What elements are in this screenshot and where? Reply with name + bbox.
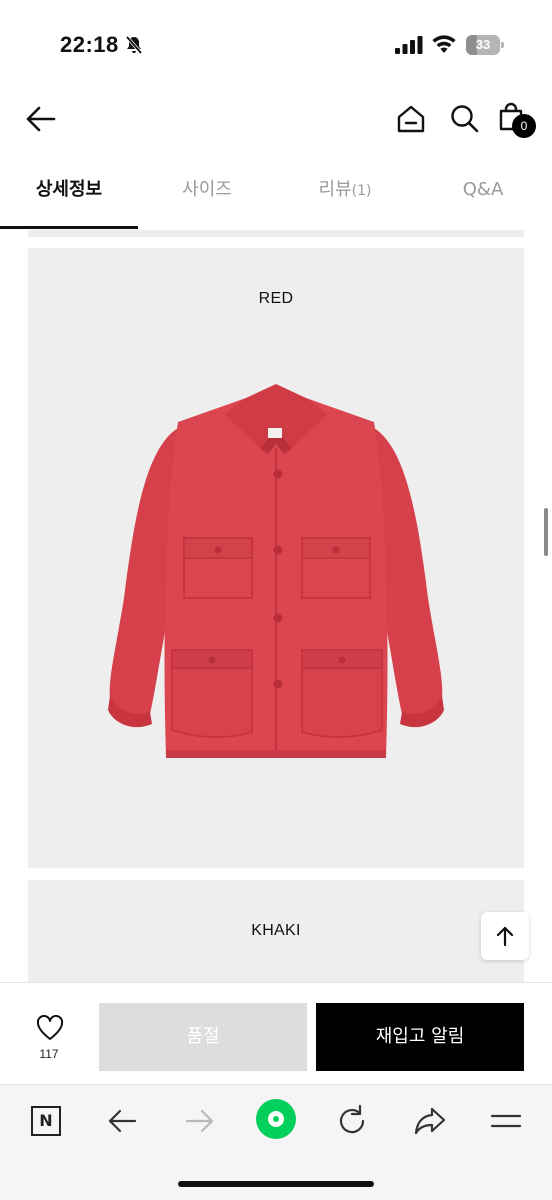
- product-color-card-khaki: KHAKI: [28, 880, 524, 982]
- previous-image-edge: [28, 230, 524, 237]
- red-jacket-image: [108, 384, 444, 758]
- active-tab-indicator: [0, 226, 138, 229]
- naver-home-button[interactable]: N: [26, 1101, 66, 1141]
- tab-size[interactable]: 사이즈: [138, 162, 276, 230]
- tab-reviews-count: (1): [351, 183, 372, 199]
- wifi-icon: [432, 35, 456, 53]
- tab-reviews[interactable]: 리뷰(1): [276, 162, 414, 230]
- arrow-up-icon: [496, 926, 514, 947]
- home-button[interactable]: [394, 102, 428, 136]
- menu-button[interactable]: [486, 1101, 526, 1141]
- browser-forward-button[interactable]: [180, 1101, 220, 1141]
- tab-qna-label: Q&A: [462, 179, 504, 200]
- green-circle-icon[interactable]: [256, 1099, 296, 1139]
- arrow-right-icon: [185, 1109, 214, 1133]
- color-label-khaki: KHAKI: [251, 922, 301, 939]
- search-button[interactable]: [448, 102, 482, 136]
- home-icon: [397, 105, 425, 133]
- cart-button[interactable]: 0: [496, 102, 540, 146]
- restock-alert-button[interactable]: 재입고 알림: [316, 1003, 524, 1071]
- menu-icon: [490, 1114, 522, 1128]
- tab-details-label: 상세정보: [35, 179, 103, 200]
- tab-size-label: 사이즈: [182, 179, 232, 200]
- naver-label: N: [39, 1111, 53, 1130]
- wishlist-count: 117: [39, 1047, 59, 1061]
- reload-button[interactable]: [332, 1101, 372, 1141]
- tab-reviews-label: 리뷰: [318, 179, 352, 200]
- share-icon: [414, 1107, 446, 1135]
- battery-cap: [501, 42, 504, 48]
- cart-count-badge: 0: [512, 114, 536, 138]
- color-label-red: RED: [258, 290, 294, 307]
- home-indicator: [178, 1181, 374, 1187]
- signal-icon: [395, 36, 423, 54]
- scroll-to-top-button[interactable]: [481, 912, 529, 960]
- wishlist-button[interactable]: 117: [20, 1011, 78, 1071]
- back-button[interactable]: [24, 102, 58, 136]
- heart-icon: [36, 1015, 64, 1040]
- purchase-bar: 117 품절 재입고 알림: [0, 982, 552, 1084]
- battery-icon: 33: [466, 35, 504, 55]
- app-header: 0: [0, 92, 552, 152]
- status-bar: 22:18 33: [0, 0, 552, 92]
- tab-details[interactable]: 상세정보: [0, 162, 138, 230]
- detail-tabs: 상세정보 사이즈 리뷰(1) Q&A: [0, 162, 552, 230]
- battery-body: 33: [466, 35, 500, 55]
- arrow-left-icon: [108, 1109, 137, 1133]
- share-button[interactable]: [410, 1101, 450, 1141]
- tab-qna[interactable]: Q&A: [414, 162, 552, 230]
- product-color-card-red: RED: [28, 248, 524, 868]
- search-icon: [451, 105, 479, 133]
- bell-off-icon: [125, 35, 143, 55]
- status-time: 22:18: [60, 32, 119, 57]
- reload-icon: [339, 1104, 365, 1134]
- browser-toolbar: N: [0, 1084, 552, 1200]
- browser-back-button[interactable]: [102, 1101, 142, 1141]
- soldout-button[interactable]: 품절: [99, 1003, 307, 1071]
- page-scrollbar[interactable]: [544, 508, 548, 556]
- product-detail-content: RED KHAKI: [0, 230, 552, 982]
- arrow-left-icon: [26, 106, 56, 132]
- battery-level: 33: [475, 37, 491, 52]
